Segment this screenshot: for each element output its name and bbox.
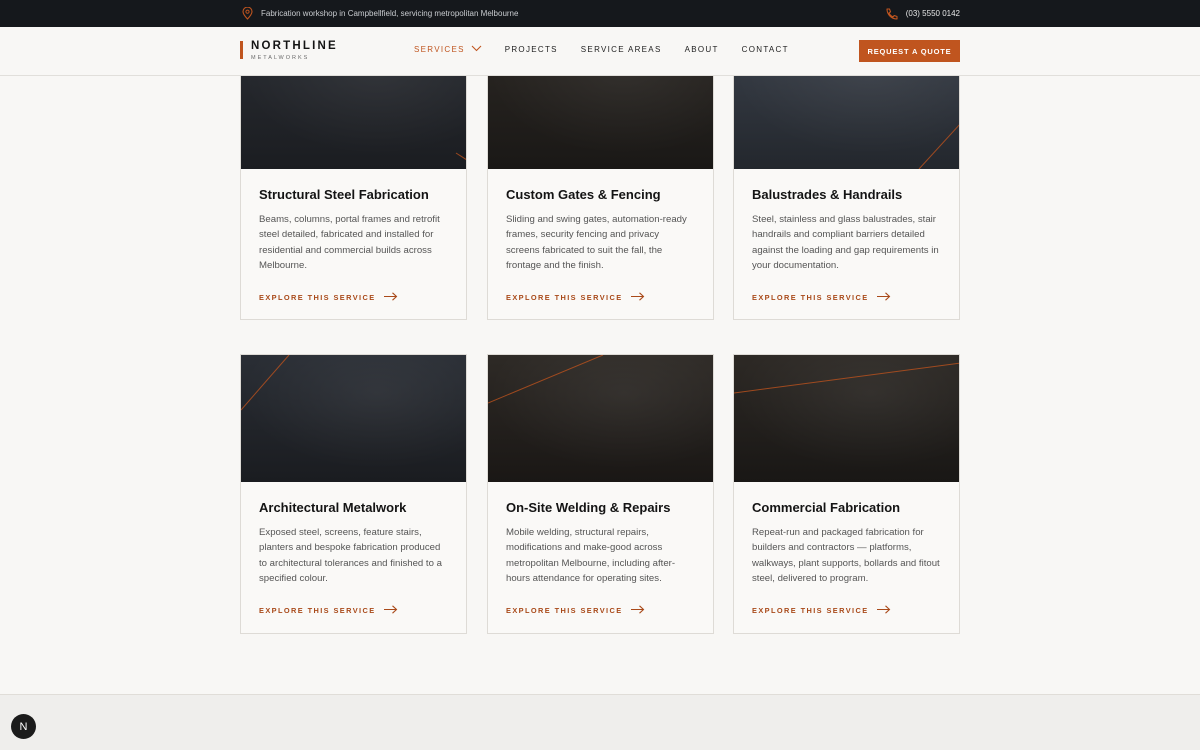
explore-service-link[interactable]: EXPLORE THIS SERVICE (752, 605, 941, 616)
map-pin-icon (242, 7, 253, 20)
service-title[interactable]: On-Site Welding & Repairs (506, 500, 695, 515)
service-image (734, 355, 959, 482)
explore-link-label: EXPLORE THIS SERVICE (506, 606, 623, 615)
arrow-right-icon (383, 605, 398, 616)
service-title[interactable]: Architectural Metalwork (259, 500, 448, 515)
service-description: Mobile welding, structural repairs, modi… (506, 527, 676, 584)
arrow-right-icon (630, 605, 645, 616)
main-nav: SERVICES PROJECTS SERVICE AREAS ABOUT CO… (414, 45, 812, 54)
phone-number[interactable]: (03) 5550 0142 (906, 9, 960, 18)
brand-tagline: METALWORKS (251, 55, 310, 61)
service-description: Exposed steel, screens, feature stairs, … (259, 527, 442, 584)
service-title[interactable]: Custom Gates & Fencing (506, 187, 695, 202)
nav-projects[interactable]: PROJECTS (505, 45, 558, 54)
service-description: Repeat-run and packaged fabrication for … (752, 527, 940, 584)
explore-service-link[interactable]: EXPLORE THIS SERVICE (506, 292, 695, 303)
explore-service-link[interactable]: EXPLORE THIS SERVICE (259, 292, 448, 303)
nav-services[interactable]: SERVICES (414, 45, 482, 54)
arrow-right-icon (383, 292, 398, 303)
nav-services-label: SERVICES (414, 45, 465, 54)
logo-accent-bar (240, 41, 243, 59)
nav-about[interactable]: ABOUT (685, 45, 719, 54)
service-card[interactable]: Commercial Fabrication Repeat-run and pa… (733, 354, 960, 634)
brand-name: NORTHLINE (251, 40, 338, 52)
nav-service-areas[interactable]: SERVICE AREAS (581, 45, 662, 54)
service-title[interactable]: Balustrades & Handrails (752, 187, 941, 202)
service-title[interactable]: Structural Steel Fabrication (259, 187, 448, 202)
explore-link-label: EXPLORE THIS SERVICE (506, 293, 623, 302)
service-image (241, 355, 466, 482)
service-title[interactable]: Commercial Fabrication (752, 500, 941, 515)
explore-link-label: EXPLORE THIS SERVICE (752, 606, 869, 615)
service-description: Sliding and swing gates, automation-read… (506, 214, 687, 271)
explore-service-link[interactable]: EXPLORE THIS SERVICE (752, 292, 941, 303)
request-quote-button[interactable]: REQUEST A QUOTE (859, 40, 960, 62)
nav-contact[interactable]: CONTACT (742, 45, 789, 54)
chevron-down-icon (471, 45, 482, 54)
explore-service-link[interactable]: EXPLORE THIS SERVICE (506, 605, 695, 616)
phone-icon (885, 7, 898, 20)
arrow-right-icon (876, 292, 891, 303)
explore-service-link[interactable]: EXPLORE THIS SERVICE (259, 605, 448, 616)
explore-link-label: EXPLORE THIS SERVICE (259, 606, 376, 615)
explore-link-label: EXPLORE THIS SERVICE (259, 293, 376, 302)
n-badge-button[interactable]: N (11, 714, 36, 739)
service-image (488, 355, 713, 482)
location-info: Fabrication workshop in Campbellfield, s… (242, 7, 518, 20)
brand-logo[interactable]: NORTHLINE METALWORKS (240, 40, 338, 61)
arrow-right-icon (630, 292, 645, 303)
service-description: Beams, columns, portal frames and retrof… (259, 214, 440, 271)
service-card[interactable]: On-Site Welding & Repairs Mobile welding… (487, 354, 714, 634)
top-info-bar: Fabrication workshop in Campbellfield, s… (0, 0, 1200, 27)
service-card[interactable]: Architectural Metalwork Exposed steel, s… (240, 354, 467, 634)
arrow-right-icon (876, 605, 891, 616)
footer-band (0, 694, 1200, 750)
service-description: Steel, stainless and glass balustrades, … (752, 214, 939, 271)
site-header: NORTHLINE METALWORKS SERVICES PROJECTS S… (0, 27, 1200, 76)
location-text: Fabrication workshop in Campbellfield, s… (261, 9, 519, 18)
phone-info[interactable]: (03) 5550 0142 (885, 7, 960, 20)
explore-link-label: EXPLORE THIS SERVICE (752, 293, 869, 302)
